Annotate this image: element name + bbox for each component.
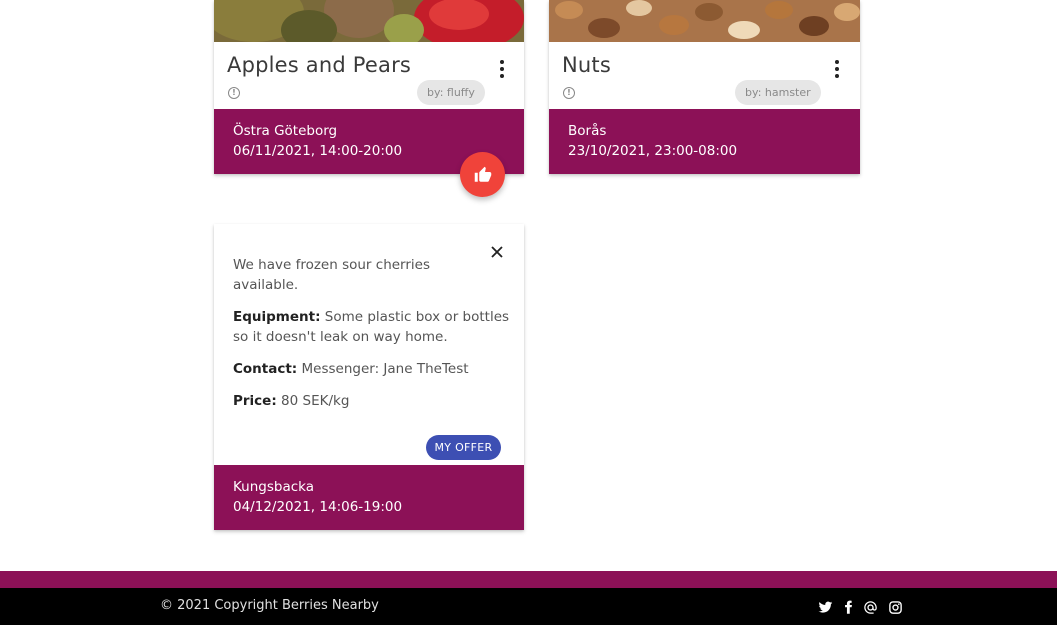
contact-label: Contact: <box>233 361 298 377</box>
email-at-icon[interactable] <box>863 600 878 615</box>
nuts-image <box>549 0 860 42</box>
info-icon[interactable]: ! <box>563 87 575 99</box>
datetime-text: 04/12/2021, 14:06-19:00 <box>233 499 403 515</box>
listing-card-apples-pears[interactable]: Apples and Pears ! by: fluffy Östra Göte… <box>214 0 524 174</box>
footer-accent-band <box>0 571 1057 588</box>
thumb-up-icon <box>474 166 491 182</box>
more-vert-icon[interactable] <box>492 58 512 80</box>
listing-card-nuts[interactable]: Nuts ! by: hamster Borås 23/10/2021, 23:… <box>549 0 860 174</box>
card-title: Apples and Pears <box>227 53 412 77</box>
more-vert-icon[interactable] <box>827 58 847 80</box>
info-icon[interactable]: ! <box>228 87 240 99</box>
card-footer: Kungsbacka 04/12/2021, 14:06-19:00 <box>214 465 524 530</box>
fruit-image <box>214 0 524 42</box>
equipment-label: Equipment: <box>233 309 321 325</box>
close-icon[interactable] <box>489 244 505 260</box>
equipment-text: Equipment: Some plastic box or bottles s… <box>233 308 511 347</box>
location-text: Borås <box>568 123 607 139</box>
offer-detail-card: We have frozen sour cherries available. … <box>214 224 524 530</box>
facebook-icon[interactable] <box>841 600 856 615</box>
author-chip[interactable]: by: hamster <box>735 80 821 105</box>
price-value: 80 SEK/kg <box>281 393 350 409</box>
site-footer: © 2021 Copyright Berries Nearby <box>0 588 1057 625</box>
datetime-text: 23/10/2021, 23:00-08:00 <box>568 143 738 159</box>
contact-text: Contact: Messenger: Jane TheTest <box>233 360 511 380</box>
card-footer: Borås 23/10/2021, 23:00-08:00 <box>549 109 860 174</box>
price-text: Price: 80 SEK/kg <box>233 392 511 412</box>
author-chip[interactable]: by: fluffy <box>417 80 485 105</box>
description: We have frozen sour cherries available. <box>233 257 431 293</box>
location-text: Kungsbacka <box>233 479 315 495</box>
datetime-text: 06/11/2021, 14:00-20:00 <box>233 143 403 159</box>
location-text: Östra Göteborg <box>233 123 338 139</box>
description-text: We have frozen sour cherries available. <box>233 256 453 295</box>
copyright-text: © 2021 Copyright Berries Nearby <box>160 598 379 613</box>
my-offer-button[interactable]: MY OFFER <box>426 435 501 460</box>
price-label: Price: <box>233 393 277 409</box>
instagram-icon[interactable] <box>888 600 903 615</box>
contact-value: Messenger: Jane TheTest <box>301 361 469 377</box>
like-button[interactable] <box>460 152 505 197</box>
card-title: Nuts <box>562 53 611 77</box>
twitter-icon[interactable] <box>818 600 833 615</box>
